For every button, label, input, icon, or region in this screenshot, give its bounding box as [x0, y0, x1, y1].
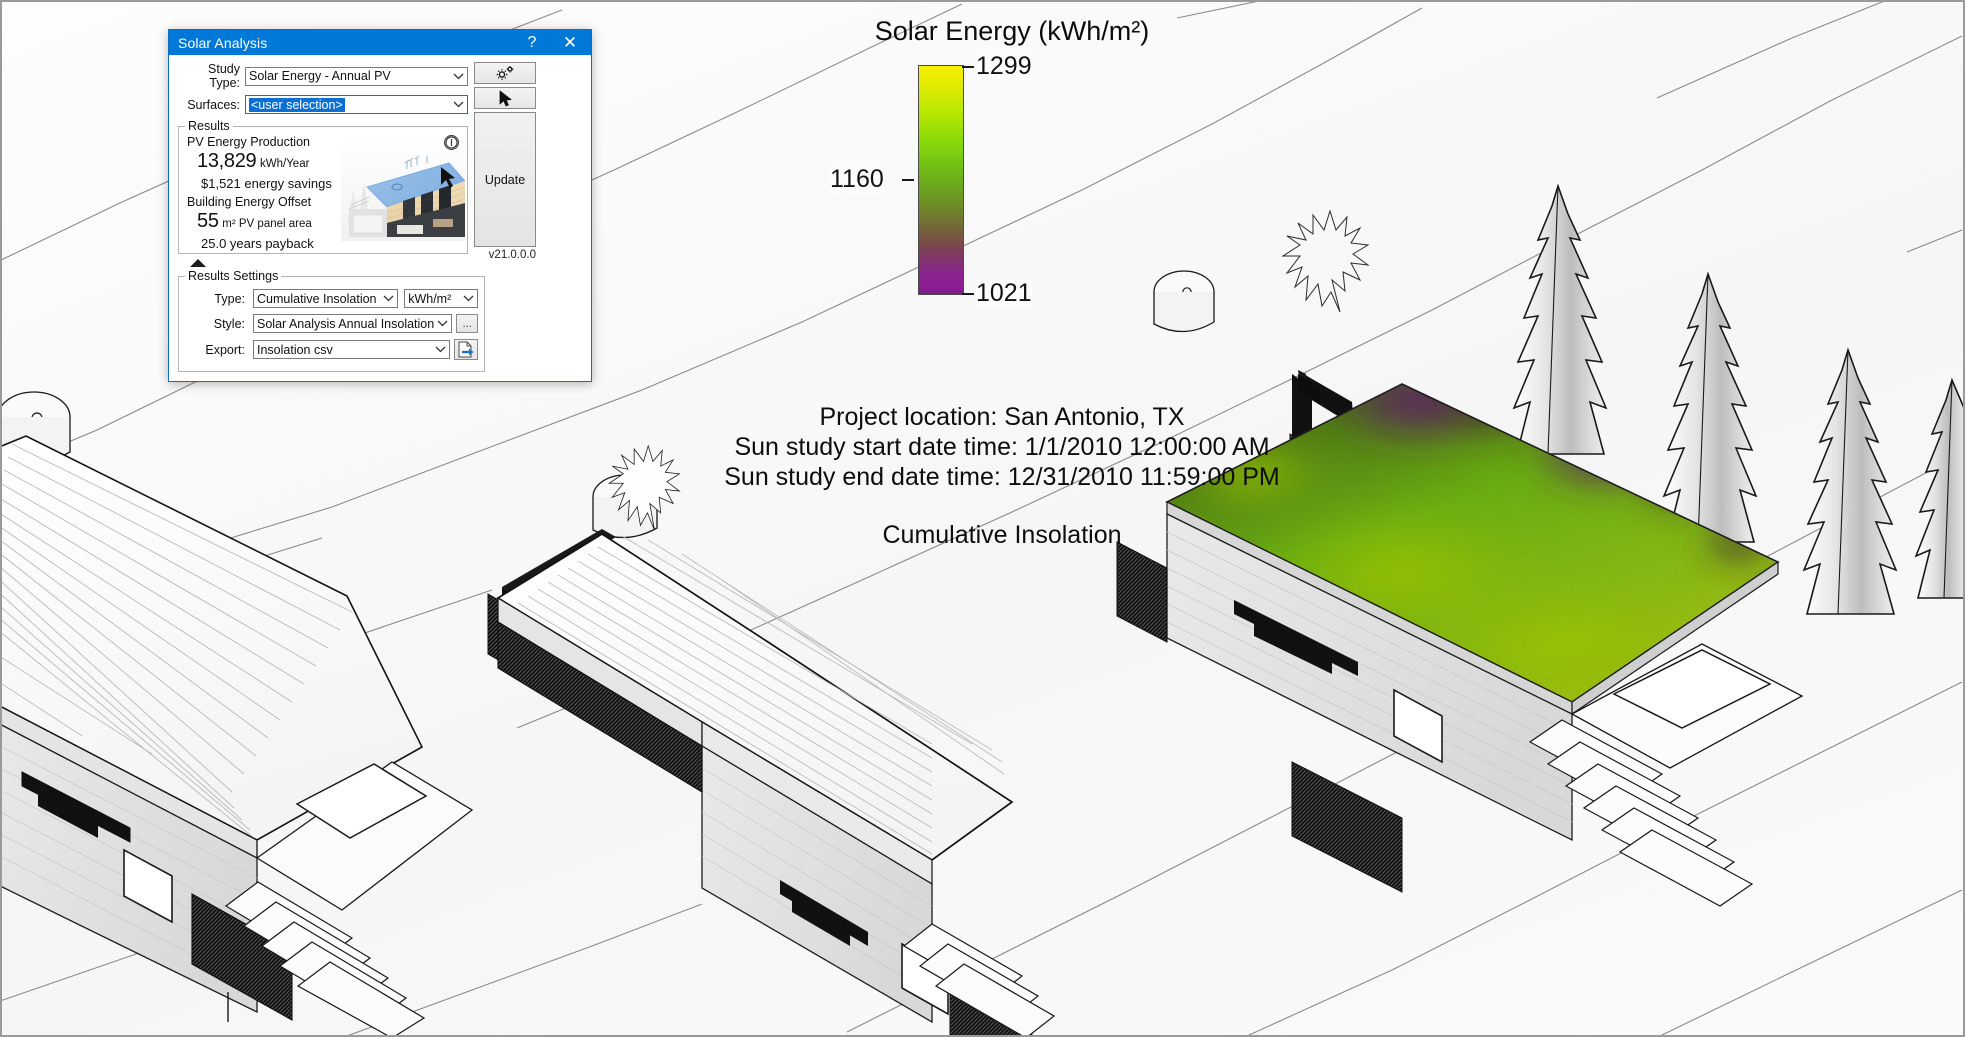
results-settings-group: Results Settings Type: Cumulative Insola… [178, 269, 486, 372]
collapse-triangle-icon[interactable] [190, 259, 206, 267]
solar-analysis-dialog[interactable]: Solar Analysis ? ✕ Study Type: Solar Ene… [168, 29, 592, 382]
panel-area-value: 55 [197, 210, 219, 232]
panel-area-unit: m² PV panel area [222, 218, 312, 230]
application-window: Solar Energy (kWh/m²) 1299 1160 1021 Pro… [0, 0, 1965, 1037]
select-surfaces-button[interactable] [474, 87, 536, 109]
building-left[interactable] [2, 391, 474, 1037]
chevron-down-icon [450, 96, 467, 113]
chevron-down-icon [380, 290, 397, 307]
export-label: Export: [205, 342, 245, 357]
results-group: Results PV Energy Production 13,829 kWh/… [178, 119, 468, 254]
type-row: Type: Cumulative Insolation kWh/m² [185, 289, 479, 308]
info-icon[interactable] [444, 135, 459, 150]
type-unit-select[interactable]: kWh/m² [404, 289, 479, 308]
type-value: Cumulative Insolation [257, 291, 377, 306]
export-select[interactable]: Insolation csv [253, 340, 451, 359]
style-select[interactable]: Solar Analysis Annual Insolation [253, 314, 453, 333]
study-type-label: Study Type: [208, 62, 240, 90]
style-browse-button[interactable]: ... [456, 314, 479, 333]
study-type-select[interactable]: Solar Energy - Annual PV [245, 66, 468, 86]
export-row: Export: Insolation csv [185, 339, 479, 360]
gear-icon [496, 66, 514, 80]
close-icon[interactable]: ✕ [551, 30, 589, 55]
style-label: Style: [213, 316, 245, 331]
type-select[interactable]: Cumulative Insolation [253, 289, 399, 308]
type-unit-value: kWh/m² [408, 291, 452, 306]
dialog-body: Study Type: Solar Energy - Annual PV Sur… [169, 55, 591, 381]
surfaces-value: <user selection> [249, 97, 345, 112]
help-button[interactable]: ? [513, 30, 551, 55]
building-thumbnail [341, 137, 465, 241]
study-type-row: Study Type: Solar Energy - Annual PV [178, 62, 468, 90]
surfaces-select[interactable]: <user selection> [245, 95, 468, 114]
chevron-down-icon [450, 68, 467, 85]
style-value: Solar Analysis Annual Insolation [257, 316, 435, 331]
pv-energy-value: 13,829 [197, 150, 257, 172]
study-type-value: Solar Energy - Annual PV [249, 69, 391, 83]
surfaces-row: Surfaces: <user selection> [178, 95, 468, 114]
pv-energy-unit: kWh/Year [260, 158, 310, 170]
type-label: Type: [214, 291, 245, 306]
building-middle[interactable] [487, 444, 1056, 1037]
update-button[interactable]: Update [474, 112, 536, 247]
chevron-down-icon [434, 315, 451, 332]
dialog-titlebar[interactable]: Solar Analysis ? ✕ [169, 30, 591, 55]
dialog-title: Solar Analysis [178, 34, 268, 51]
dialog-main-column: Study Type: Solar Energy - Annual PV Sur… [178, 62, 486, 372]
style-row: Style: Solar Analysis Annual Insolation … [185, 314, 479, 333]
export-file-icon[interactable] [454, 339, 479, 360]
results-content: PV Energy Production 13,829 kWh/Year $1,… [185, 135, 465, 251]
export-value: Insolation csv [257, 342, 333, 357]
cursor-arrow-icon [499, 90, 511, 106]
surfaces-label: Surfaces: [187, 97, 240, 112]
results-settings-label: Results Settings [188, 269, 279, 283]
chevron-down-icon [432, 341, 449, 358]
chevron-down-icon [460, 290, 477, 307]
results-group-label: Results [188, 119, 230, 133]
settings-button[interactable] [474, 62, 536, 84]
version-label: v21.0.0.0 [488, 249, 536, 261]
